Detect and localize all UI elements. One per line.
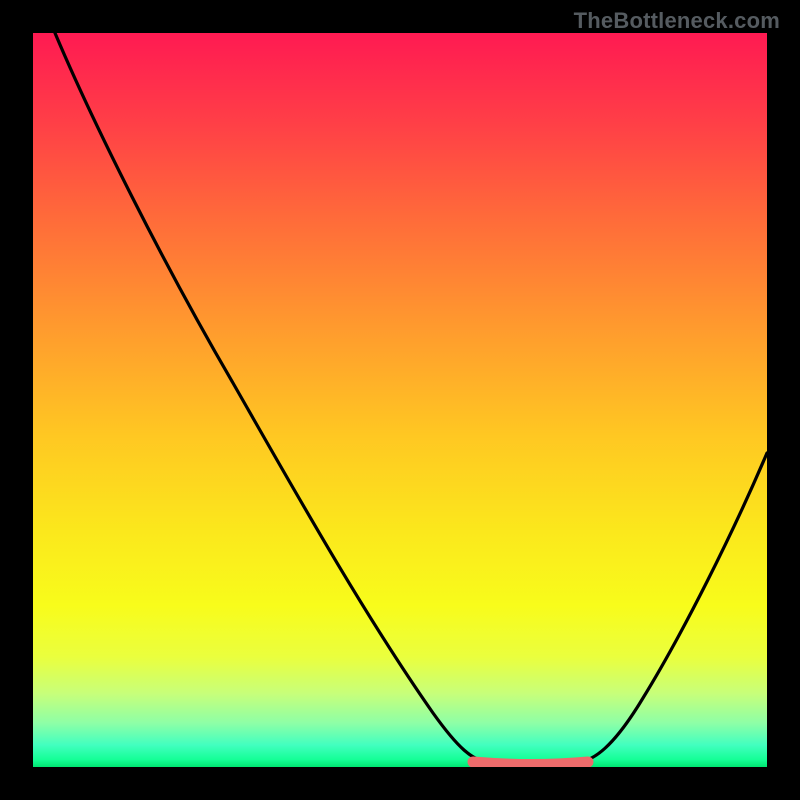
watermark-text: TheBottleneck.com [574,8,780,34]
gradient-plot-area [33,33,767,767]
